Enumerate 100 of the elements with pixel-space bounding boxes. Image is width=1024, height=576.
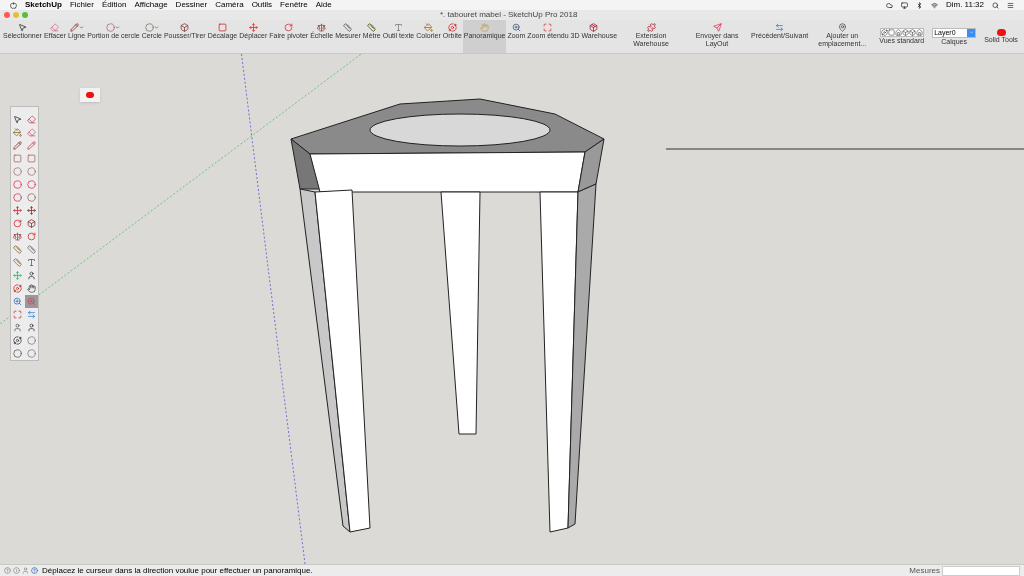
tool-icon xyxy=(424,23,433,32)
tool-icon xyxy=(13,336,23,345)
menu-icon[interactable] xyxy=(1007,1,1014,9)
tool-icon xyxy=(144,23,154,32)
menu-item[interactable]: Affichage xyxy=(134,0,168,10)
tool-icon xyxy=(13,258,23,267)
tool-icon xyxy=(393,23,403,32)
menu-item[interactable]: Fenêtre xyxy=(280,0,308,10)
palette-tool[interactable] xyxy=(11,230,25,243)
tool-icon xyxy=(367,23,377,32)
palette-tool[interactable] xyxy=(24,282,38,295)
tool-icon xyxy=(50,23,60,32)
palette-tool[interactable] xyxy=(24,178,38,191)
clock: Dim. 11:32 xyxy=(945,0,984,10)
cloud-icon[interactable] xyxy=(885,1,893,9)
tool-icon xyxy=(13,297,23,306)
zoom-button[interactable] xyxy=(22,12,28,18)
menu-item[interactable]: Dessiner xyxy=(175,0,208,10)
floating-button[interactable] xyxy=(80,88,100,102)
palette-tool[interactable] xyxy=(11,126,25,139)
user-icon[interactable] xyxy=(22,567,29,574)
menu-item[interactable]: Outils xyxy=(251,0,273,10)
palette-tool[interactable] xyxy=(24,295,38,308)
bluetooth-icon[interactable] xyxy=(915,1,923,9)
palette-tool[interactable] xyxy=(11,178,25,191)
palette-tool[interactable] xyxy=(11,204,25,217)
status-message: Déplacez le curseur dans la direction voulue pour effectuer un panoramique. xyxy=(42,565,313,576)
close-button[interactable] xyxy=(4,12,10,18)
search-icon[interactable] xyxy=(992,1,999,9)
tool-icon xyxy=(106,23,116,32)
window-title: *. tabouret mabel - SketchUp Pro 2018 xyxy=(440,10,578,20)
view-icon[interactable] xyxy=(901,29,909,36)
tool-icon xyxy=(217,23,227,32)
wifi-icon[interactable] xyxy=(930,1,938,9)
help-icon[interactable] xyxy=(4,567,11,574)
tool-icon xyxy=(26,128,36,137)
menu-item[interactable]: Édition xyxy=(101,0,127,10)
tool-icon xyxy=(837,23,847,32)
tool-icon xyxy=(13,141,23,150)
tool-icon xyxy=(26,284,36,293)
instructor-icon[interactable] xyxy=(31,567,38,574)
palette-tool[interactable] xyxy=(11,191,25,204)
menu-item[interactable]: Aide xyxy=(315,0,332,10)
caret-icon xyxy=(78,25,84,30)
palette-tool[interactable] xyxy=(11,139,25,152)
caret-icon xyxy=(115,25,121,30)
tool-icon xyxy=(447,23,457,32)
tool-icon xyxy=(13,232,23,241)
tool-icon xyxy=(26,258,36,267)
menu-item[interactable]: Caméra xyxy=(215,0,244,10)
tool-icon xyxy=(543,23,553,32)
tool-icon xyxy=(13,219,23,228)
caret-icon xyxy=(153,25,159,30)
caret-icon xyxy=(968,30,974,35)
view-icon[interactable] xyxy=(887,29,895,36)
menu-item[interactable]: Fichier xyxy=(69,0,94,10)
view-icon[interactable] xyxy=(880,29,888,36)
tool-icon xyxy=(13,128,23,137)
tool-icon xyxy=(13,115,23,124)
palette-tool[interactable] xyxy=(11,347,25,360)
palette-tool[interactable] xyxy=(11,334,25,347)
tool-icon xyxy=(17,23,27,32)
view-icon[interactable] xyxy=(908,29,916,36)
blob-icon xyxy=(996,29,1006,36)
measure-label: Mesures xyxy=(909,565,940,576)
tool-icon xyxy=(26,115,36,124)
apple-icon[interactable] xyxy=(10,1,17,9)
app-menu[interactable]: SketchUp xyxy=(25,0,62,10)
display-icon[interactable] xyxy=(900,1,908,9)
tool-icon xyxy=(589,23,599,32)
tool-icon xyxy=(343,23,353,32)
tool-icon xyxy=(13,271,23,280)
tool-icon xyxy=(775,23,785,32)
tool-icon xyxy=(712,23,722,32)
palette-tool[interactable] xyxy=(24,113,38,126)
palette-tool[interactable] xyxy=(24,204,38,217)
palette-tool[interactable] xyxy=(24,217,38,230)
tool-icon xyxy=(69,23,79,32)
view-icon[interactable] xyxy=(915,29,923,36)
tool-icon xyxy=(13,310,23,319)
palette-tool[interactable] xyxy=(11,282,25,295)
view-icon[interactable] xyxy=(894,29,902,36)
tool-icon xyxy=(180,23,190,32)
measure-field[interactable] xyxy=(942,565,1020,576)
palette-tool[interactable] xyxy=(24,230,38,243)
palette-tool[interactable] xyxy=(24,191,38,204)
tool-icon xyxy=(480,23,490,32)
info-icon[interactable] xyxy=(13,567,20,574)
tool-icon xyxy=(248,23,258,32)
tool-icon xyxy=(13,206,23,215)
tool-icon xyxy=(26,232,36,241)
tool-icon xyxy=(26,310,36,319)
tool-icon xyxy=(13,323,23,332)
tool-icon xyxy=(317,23,327,32)
palette-tool[interactable] xyxy=(11,217,25,230)
tool-icon xyxy=(26,297,36,306)
tool-icon xyxy=(646,23,656,32)
tool-icon xyxy=(26,271,36,280)
tool-icon xyxy=(26,219,36,228)
tool-icon xyxy=(26,323,36,332)
